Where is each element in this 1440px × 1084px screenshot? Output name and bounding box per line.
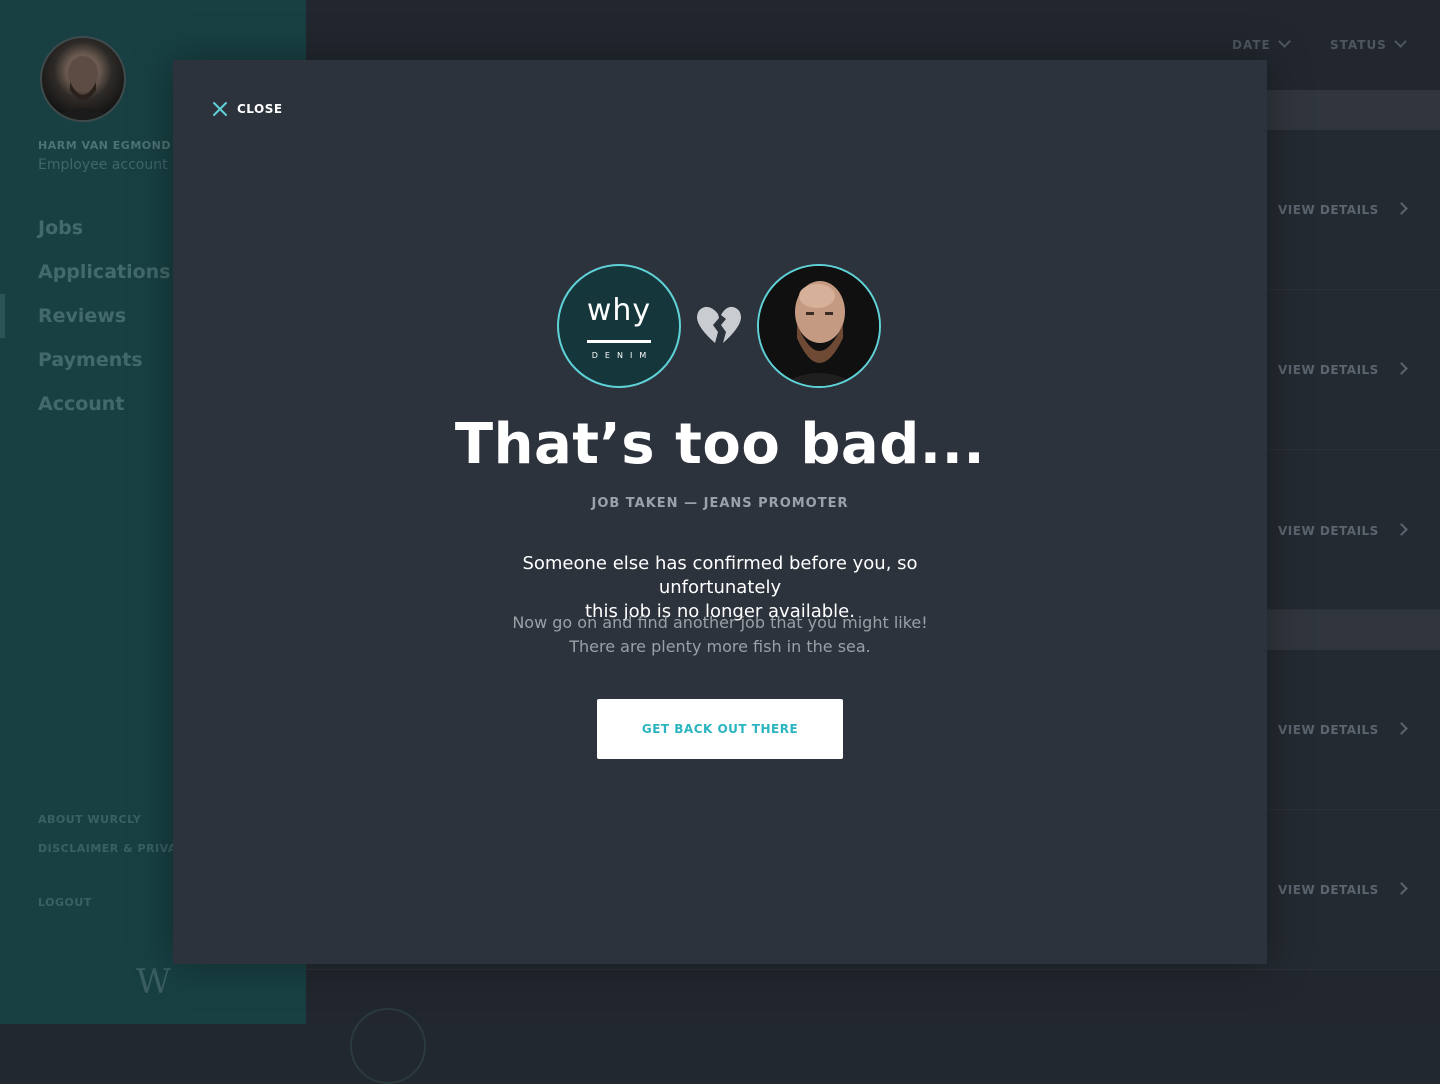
logout-link[interactable]: LOGOUT [38, 896, 92, 909]
view-details-link[interactable]: VIEW DETAILS [1278, 722, 1408, 737]
brand-name: why [586, 293, 652, 328]
company-logo [350, 1008, 426, 1084]
date-filter-label: DATE [1232, 38, 1271, 52]
chevron-down-icon [1393, 35, 1407, 48]
view-details-label: VIEW DETAILS [1278, 524, 1379, 538]
view-details-link[interactable]: VIEW DETAILS [1278, 523, 1408, 538]
close-icon [213, 102, 227, 116]
submessage-line: There are plenty more fish in the sea. [569, 637, 871, 656]
modal-title: That’s too bad... [454, 412, 986, 477]
user-name: HARM VAN EGMOND [38, 139, 171, 152]
chevron-right-icon [1394, 362, 1408, 375]
view-details-label: VIEW DETAILS [1278, 203, 1379, 217]
broken-heart-icon [697, 306, 741, 343]
message-line: Someone else has confirmed before you, s… [522, 553, 918, 598]
user-role: Employee account [38, 157, 168, 173]
close-label: CLOSE [237, 102, 283, 116]
date-filter[interactable]: DATE [1232, 35, 1291, 52]
get-back-out-there-button[interactable]: GET BACK OUT THERE [597, 699, 843, 759]
close-button[interactable]: CLOSE [211, 100, 283, 118]
view-details-label: VIEW DETAILS [1278, 363, 1379, 377]
brand-sub: DENIM [591, 351, 654, 360]
wurcly-logo: W [136, 962, 171, 1002]
user-avatar[interactable] [40, 36, 126, 122]
view-details-link[interactable]: VIEW DETAILS [1278, 362, 1408, 377]
view-details-label: VIEW DETAILS [1278, 883, 1379, 897]
view-details-link[interactable]: VIEW DETAILS [1278, 882, 1408, 897]
status-filter-label: STATUS [1330, 38, 1387, 52]
chevron-right-icon [1394, 202, 1408, 215]
chevron-right-icon [1394, 722, 1408, 735]
chevron-down-icon [1277, 35, 1291, 48]
brand-divider [587, 340, 651, 343]
modal-subtitle: JOB TAKEN — JEANS PROMOTER [591, 496, 849, 511]
view-details-label: VIEW DETAILS [1278, 723, 1379, 737]
company-logo: why DENIM [557, 264, 681, 388]
modal-submessage: Now go on and find another job that you … [460, 611, 980, 659]
chevron-right-icon [1394, 882, 1408, 895]
applicant-avatar [757, 264, 881, 388]
status-filter[interactable]: STATUS [1330, 35, 1407, 52]
job-taken-modal: CLOSE why DENIM That’s too bad... JOB TA… [173, 60, 1267, 964]
match-avatars: why DENIM [557, 264, 883, 390]
disclaimer-link[interactable]: DISCLAIMER & PRIVA [38, 842, 177, 855]
chevron-right-icon [1394, 523, 1408, 536]
view-details-link[interactable]: VIEW DETAILS [1278, 202, 1408, 217]
about-link[interactable]: ABOUT WURCLY [38, 813, 141, 826]
submessage-line: Now go on and find another job that you … [512, 613, 928, 632]
